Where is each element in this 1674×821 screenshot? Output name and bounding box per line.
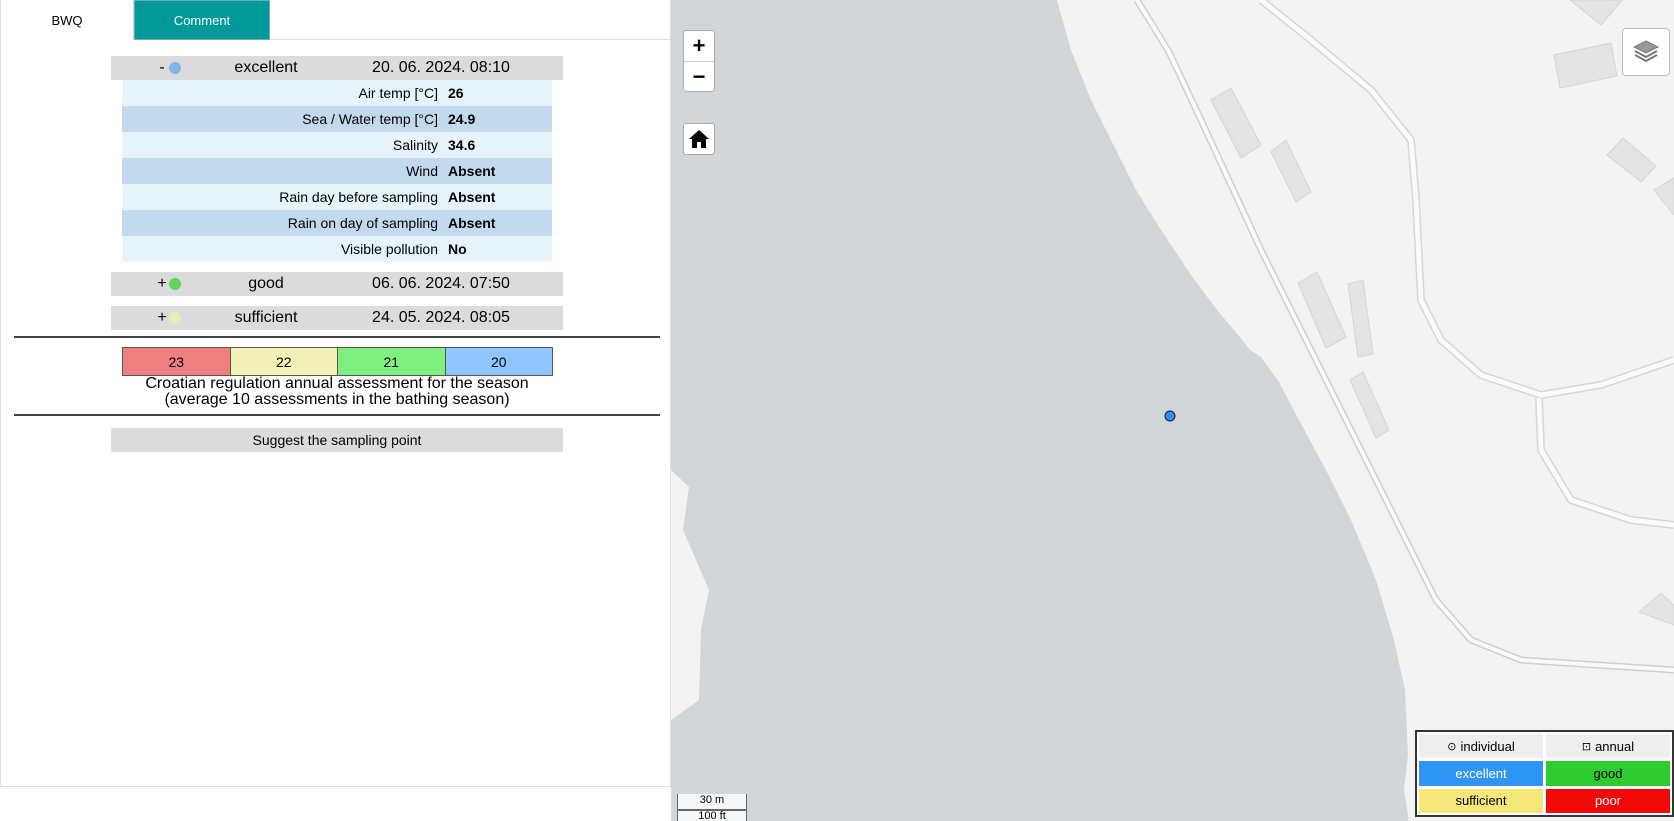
legend-sufficient: sufficient — [1419, 788, 1543, 813]
mode-individual-label: individual — [1460, 738, 1515, 754]
regulation-line-2: (average 10 assessments in the bathing s… — [164, 391, 510, 408]
sample-details: Air temp [°C] 26 Sea / Water temp [°C] 24.… — [122, 80, 552, 262]
detail-label: Rain on day of sampling — [287, 215, 438, 231]
class-dot-icon — [169, 62, 181, 74]
regulation-line-1: Croatian regulation annual assessment fo… — [145, 375, 529, 392]
sample-class: good — [248, 275, 284, 292]
expand-toggle[interactable]: + — [157, 275, 167, 293]
map-scale: 30 m 100 ft — [677, 794, 747, 821]
zoom-in-button[interactable]: + — [684, 31, 714, 61]
mode-individual[interactable]: ⊙ individual — [1419, 734, 1543, 759]
zoom-control: + − — [683, 30, 715, 92]
map-canvas — [671, 0, 1674, 821]
legend-excellent: excellent — [1419, 761, 1543, 786]
legend-good: good — [1546, 761, 1670, 786]
collapse-toggle[interactable]: - — [157, 59, 167, 77]
sample-row-1[interactable]: - excellent 20. 06. 2024. 08:10 — [111, 56, 563, 80]
zoom-out-button[interactable]: − — [684, 61, 714, 91]
info-panel: BWQ Comment - excellent 20. 06. 2024. 08… — [0, 0, 672, 787]
annual-cell: 23 — [123, 348, 231, 375]
sample-row-3[interactable]: + sufficient 24. 05. 2024. 08:05 — [111, 306, 563, 330]
tab-comment[interactable]: Comment — [134, 0, 270, 40]
annual-cell: 20 — [445, 348, 552, 375]
detail-row-visible-pollution: Visible pollution No — [122, 236, 552, 262]
tab-divider — [270, 39, 672, 40]
detail-value: Absent — [448, 215, 496, 231]
detail-value: Absent — [448, 163, 496, 179]
sample-row-2[interactable]: + good 06. 06. 2024. 07:50 — [111, 272, 563, 296]
mode-annual[interactable]: ⊡ annual — [1546, 734, 1670, 759]
detail-label: Wind — [406, 163, 438, 179]
regulation-text: Croatian regulation annual assessment fo… — [14, 376, 660, 408]
detail-value: 24.9 — [448, 111, 476, 127]
land-area — [671, 470, 709, 720]
sample-class: sufficient — [234, 309, 298, 326]
legend: ⊙ individual ⊡ annual excellent good suffi… — [1415, 730, 1674, 817]
layers-icon — [1632, 40, 1660, 63]
annual-assessment-bar: 23 22 21 20 — [122, 347, 553, 376]
annual-cell: 22 — [230, 348, 338, 375]
detail-row-salinity: Salinity 34.6 — [122, 132, 552, 158]
class-dot-icon — [169, 312, 181, 324]
detail-row-rain-on-day: Rain on day of sampling Absent — [122, 210, 552, 236]
class-dot-icon — [169, 278, 181, 290]
scale-imperial: 100 ft — [677, 810, 747, 821]
legend-poor: poor — [1546, 788, 1670, 813]
sample-datetime: 24. 05. 2024. 08:05 — [372, 309, 510, 326]
detail-label: Salinity — [392, 137, 438, 153]
detail-row-air-temp: Air temp [°C] 26 — [122, 80, 552, 106]
detail-value: 34.6 — [448, 137, 476, 153]
detail-label: Air temp [°C] — [358, 85, 438, 101]
home-icon — [689, 130, 709, 148]
detail-row-water-temp: Sea / Water temp [°C] 24.9 — [122, 106, 552, 132]
detail-row-rain-before: Rain day before sampling Absent — [122, 184, 552, 210]
detail-value: No — [448, 241, 467, 257]
expand-toggle[interactable]: + — [157, 309, 167, 327]
detail-value: 26 — [448, 85, 464, 101]
divider — [14, 414, 660, 416]
sampling-point-marker[interactable] — [1164, 410, 1176, 422]
detail-label: Rain day before sampling — [279, 189, 438, 205]
detail-label: Sea / Water temp [°C] — [302, 111, 438, 127]
detail-label: Visible pollution — [340, 241, 438, 257]
detail-row-wind: Wind Absent — [122, 158, 552, 184]
tab-bwq[interactable]: BWQ — [1, 0, 134, 40]
annual-cell: 21 — [338, 348, 446, 375]
radio-icon: ⊙ — [1447, 740, 1457, 753]
map-view[interactable] — [671, 0, 1674, 821]
home-button[interactable] — [683, 123, 715, 155]
layers-button[interactable] — [1622, 28, 1670, 76]
divider — [14, 336, 660, 338]
sample-datetime: 06. 06. 2024. 07:50 — [372, 275, 510, 292]
sample-class: excellent — [234, 59, 298, 76]
detail-value: Absent — [448, 189, 496, 205]
mode-annual-label: annual — [1595, 738, 1635, 754]
scale-metric: 30 m — [677, 794, 747, 810]
suggest-sampling-point-button[interactable]: Suggest the sampling point — [111, 428, 563, 452]
square-icon: ⊡ — [1581, 740, 1592, 753]
tab-bar: BWQ Comment — [1, 0, 672, 40]
sample-datetime: 20. 06. 2024. 08:10 — [372, 59, 510, 76]
